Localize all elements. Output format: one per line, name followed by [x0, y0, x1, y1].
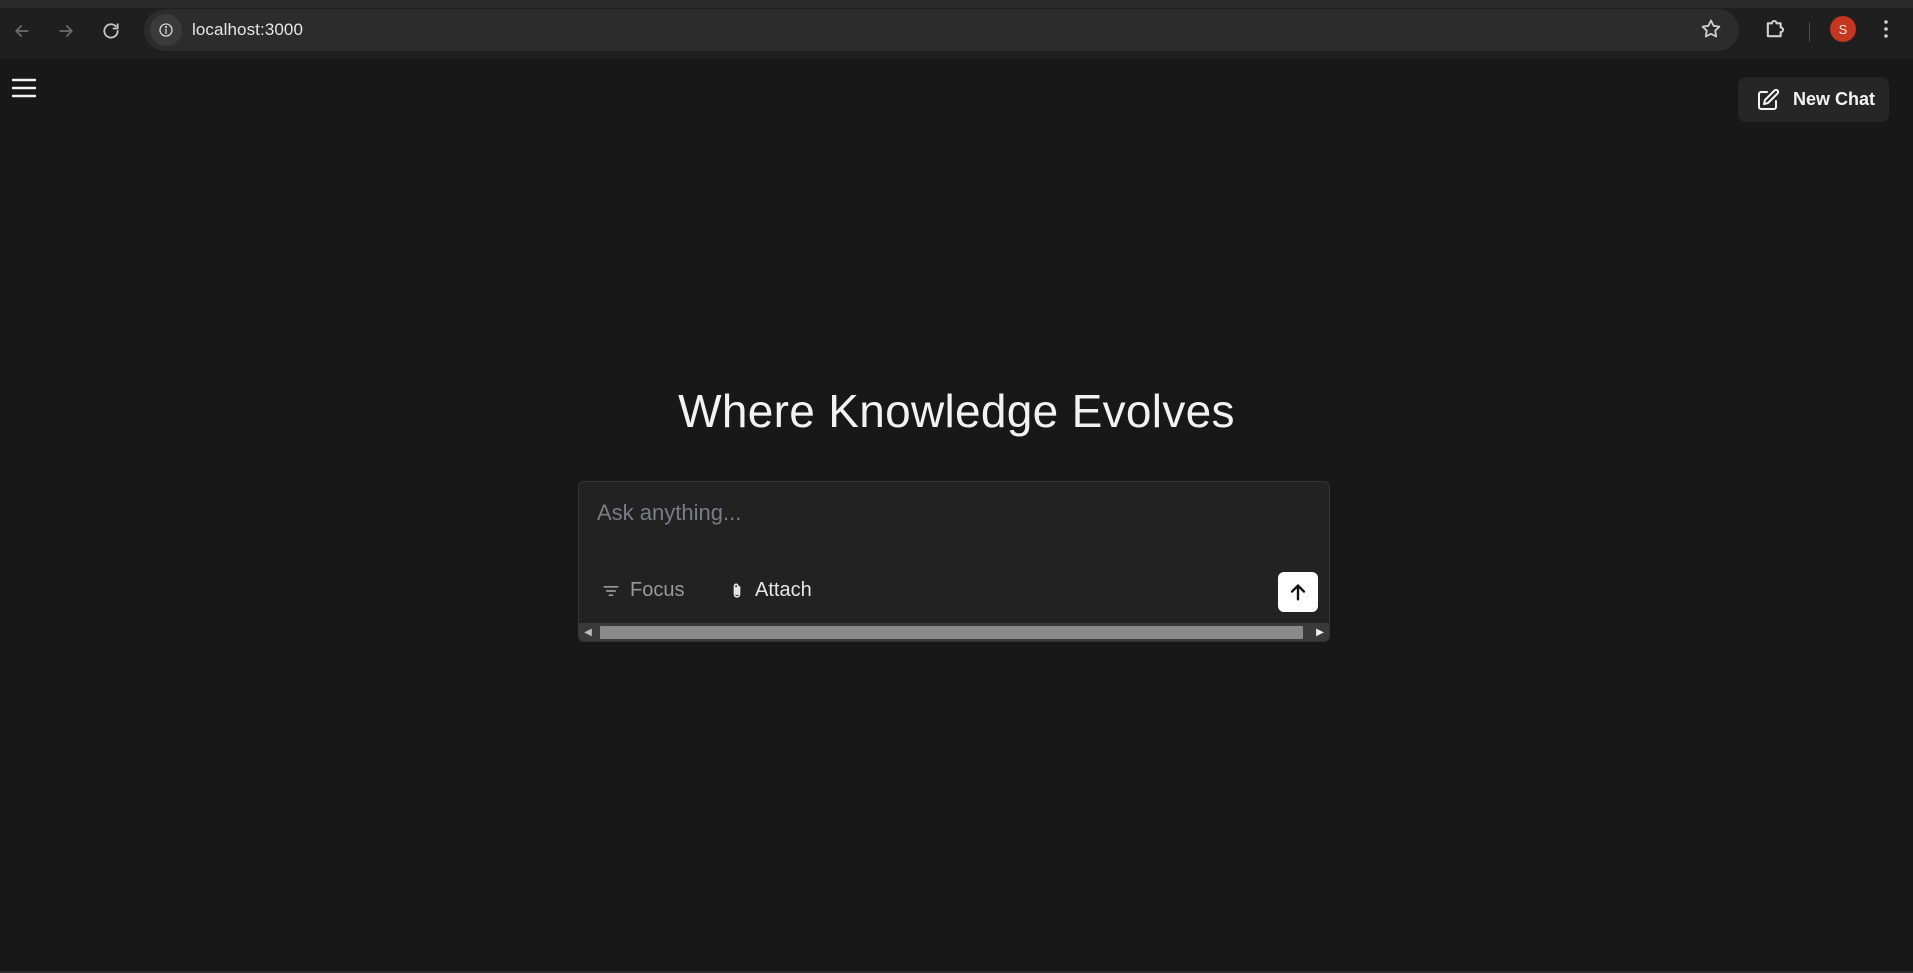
new-chat-button[interactable]: New Chat: [1738, 77, 1889, 122]
arrow-left-icon: [15, 25, 29, 37]
reload-icon: [103, 23, 119, 39]
star-icon[interactable]: [1699, 17, 1723, 41]
arrow-up-icon: [1290, 584, 1306, 601]
scroll-right-arrow[interactable]: ▶: [1311, 623, 1329, 641]
arrow-right-icon: [59, 25, 73, 37]
edit-icon: [1758, 88, 1780, 110]
attach-button[interactable]: Attach: [727, 579, 812, 602]
reload-button[interactable]: [89, 9, 133, 53]
site-info-button[interactable]: [150, 14, 182, 46]
toolbar-divider: [1809, 22, 1810, 42]
address-bar[interactable]: localhost:3000: [144, 9, 1739, 51]
hamburger-menu-icon[interactable]: [10, 76, 38, 100]
message-input[interactable]: [597, 498, 1297, 528]
info-icon: [159, 23, 173, 37]
profile-avatar[interactable]: S: [1830, 16, 1856, 42]
browser-toolbar: localhost:3000 S: [0, 0, 1913, 58]
kebab-menu-icon[interactable]: [1874, 16, 1898, 42]
paperclip-icon: [733, 583, 741, 598]
send-button[interactable]: [1278, 572, 1318, 612]
forward-button[interactable]: [44, 9, 88, 53]
focus-label: Focus: [630, 579, 685, 601]
chat-composer: Focus Attach ◀ ▶: [578, 481, 1330, 642]
focus-button[interactable]: Focus: [601, 579, 684, 602]
hero-title: Where Knowledge Evolves: [678, 385, 1235, 437]
filter-lines-icon: [603, 585, 619, 596]
new-chat-label: New Chat: [1793, 89, 1876, 109]
url-text[interactable]: localhost:3000: [192, 20, 303, 40]
app-main: New Chat Where Knowledge Evolves Focus A…: [0, 58, 1913, 973]
horizontal-scrollbar[interactable]: ◀ ▶: [579, 623, 1329, 641]
scrollbar-thumb[interactable]: [600, 626, 1303, 639]
scroll-left-arrow[interactable]: ◀: [579, 623, 597, 641]
puzzle-icon[interactable]: [1762, 14, 1790, 42]
attach-label: Attach: [755, 579, 812, 601]
back-button[interactable]: [0, 9, 44, 53]
